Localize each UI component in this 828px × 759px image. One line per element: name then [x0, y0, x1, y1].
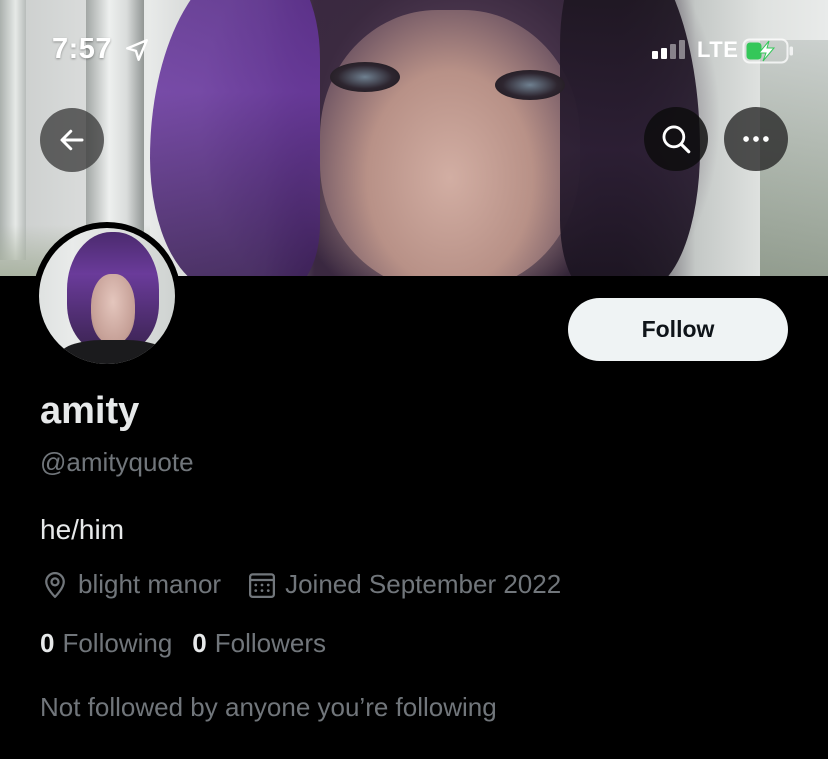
location-text: blight manor	[78, 569, 222, 599]
battery-charging-icon	[742, 38, 793, 64]
calendar-icon	[249, 572, 276, 598]
avatar-body	[59, 340, 169, 364]
profile-bio: he/him	[40, 514, 125, 545]
followers-stat-link[interactable]: 0 Followers	[192, 628, 326, 659]
more-options-button[interactable]	[724, 107, 788, 171]
arrow-left-icon	[60, 129, 84, 151]
search-button[interactable]	[644, 107, 708, 171]
joined-item: Joined September 2022	[247, 569, 561, 600]
cellular-signal-icon	[652, 40, 685, 59]
followers-label: Followers	[214, 628, 327, 658]
following-count: 0	[40, 628, 55, 658]
banner-tree-left	[0, 0, 26, 260]
following-label: Following	[62, 628, 173, 658]
avatar-face	[91, 274, 135, 344]
location-arrow-icon	[126, 39, 148, 61]
location-item: blight manor	[40, 569, 221, 600]
location-pin-icon	[45, 571, 65, 598]
banner-eye-left	[330, 62, 400, 92]
username-handle: @amityquote	[40, 447, 194, 477]
mutual-followers-note: Not followed by anyone you’re following	[40, 692, 497, 722]
banner-hair-left	[150, 0, 320, 276]
avatar-button[interactable]	[33, 222, 181, 370]
status-time: 7:57	[52, 33, 113, 65]
back-button[interactable]	[40, 108, 104, 172]
profile-meta-row: blight manor Joined September 2022	[40, 569, 561, 600]
follow-stats-row: 0 Following 0 Followers	[40, 628, 326, 659]
more-horizontal-icon	[743, 136, 769, 142]
search-icon	[662, 125, 691, 154]
banner-eye-right	[495, 70, 565, 100]
avatar	[39, 228, 175, 364]
display-name: amity	[40, 390, 140, 432]
network-type: LTE	[697, 37, 739, 62]
follow-button[interactable]: Follow	[568, 298, 788, 361]
following-stat-link[interactable]: 0 Following	[40, 628, 172, 659]
banner-face	[320, 10, 580, 276]
joined-date-text: Joined September 2022	[285, 569, 562, 599]
followers-count: 0	[192, 628, 207, 658]
